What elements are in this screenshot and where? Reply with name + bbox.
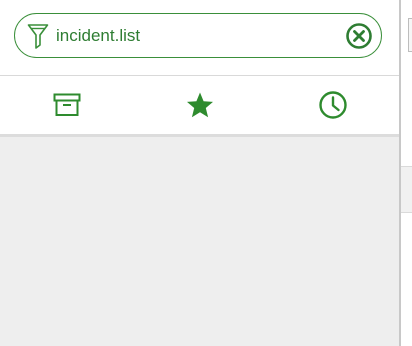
- content-header-control[interactable]: [408, 18, 412, 52]
- tab-history[interactable]: [266, 76, 399, 134]
- filter-area: [0, 0, 399, 76]
- star-icon: [186, 92, 213, 118]
- filter-field[interactable]: [14, 13, 382, 58]
- navigator-list-area: [0, 137, 399, 346]
- content-panel: [401, 0, 412, 346]
- archive-box-icon: [53, 93, 80, 116]
- clock-icon: [318, 91, 347, 119]
- tab-favorites[interactable]: [133, 76, 266, 134]
- application-window: [0, 0, 412, 346]
- application-navigator: [0, 0, 399, 346]
- content-row: [401, 166, 412, 213]
- clear-filter-button[interactable]: [345, 22, 373, 50]
- clear-circle-x-icon: [346, 23, 372, 49]
- tab-archived[interactable]: [0, 76, 133, 134]
- content-header: [401, 0, 412, 66]
- navigator-tab-bar: [0, 76, 399, 137]
- filter-input[interactable]: [56, 24, 336, 48]
- filter-icon: [27, 23, 49, 49]
